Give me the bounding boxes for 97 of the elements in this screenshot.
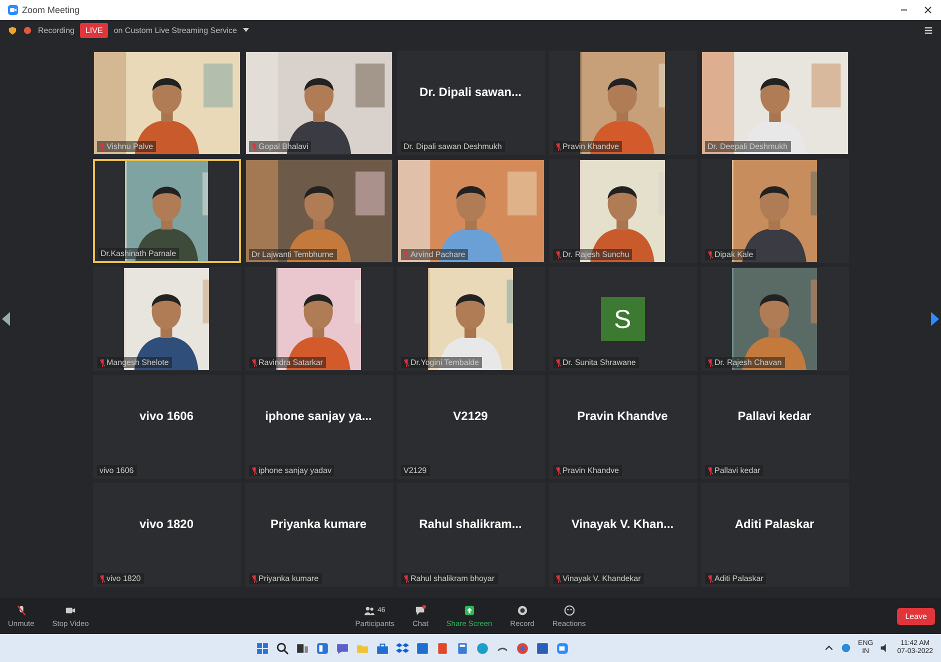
widgets-icon[interactable]: [316, 642, 330, 654]
participants-icon: [364, 604, 376, 616]
video-tile[interactable]: Dr.Kashinath Parnale: [92, 159, 240, 263]
app-icon[interactable]: [416, 642, 430, 654]
video-tile[interactable]: Aditi Palaskar Aditi Palaskar: [700, 483, 848, 587]
next-page-arrow-icon[interactable]: [931, 312, 939, 326]
participant-name: Arvind Pachare: [410, 250, 466, 259]
participant-name: Dr.Kashinath Parnale: [100, 249, 176, 258]
participant-name: Vinayak V. Khandekar: [562, 574, 641, 583]
record-icon: [516, 604, 528, 616]
caret-icon[interactable]: [242, 28, 249, 32]
muted-mic-icon: [16, 604, 27, 616]
office-icon[interactable]: [436, 642, 450, 654]
participant-name: Pravin Khandve: [562, 466, 619, 475]
participant-display-name: vivo 1820: [139, 517, 194, 531]
video-tile[interactable]: Dr. Dipali sawan... Dr. Dipali sawan Deshmukh: [396, 51, 544, 155]
video-tile[interactable]: Rahul shalikram... Rahul shalikram bhoyar: [396, 483, 544, 587]
participant-display-name: Dr. Dipali sawan...: [419, 85, 522, 99]
network-icon[interactable]: [841, 643, 852, 653]
video-tile[interactable]: Pallavi kedar Pallavi kedar: [700, 375, 848, 479]
video-tile[interactable]: Dr Lajwanti Tembhurne: [244, 159, 392, 263]
video-tile[interactable]: Dipak Kale: [700, 159, 848, 263]
participant-display-name: Pallavi kedar: [738, 409, 812, 423]
participant-name: vivo 1820: [106, 574, 141, 583]
leave-button[interactable]: Leave: [897, 608, 935, 624]
video-tile[interactable]: Pravin Khandve: [548, 51, 696, 155]
shield-icon[interactable]: [8, 26, 17, 34]
video-tile[interactable]: V2129 V2129: [396, 375, 544, 479]
participant-name: Ravindra Satarkar: [258, 358, 323, 367]
participant-name: Dr. Rajesh Sunchu: [562, 250, 630, 259]
video-tile[interactable]: vivo 1606 vivo 1606: [92, 375, 240, 479]
recording-label: Recording: [38, 26, 74, 34]
start-icon[interactable]: [256, 642, 270, 654]
previous-page-arrow-icon[interactable]: [2, 312, 10, 326]
video-tile[interactable]: Vinayak V. Khan... Vinayak V. Khandekar: [548, 483, 696, 587]
participant-display-name: vivo 1606: [139, 409, 194, 423]
participant-name: Dr. Rajesh Chavan: [714, 358, 782, 367]
chat-icon[interactable]: [336, 642, 350, 654]
participant-display-name: Pravin Khandve: [577, 409, 668, 423]
participant-name: Mangesh Shelote: [106, 358, 169, 367]
video-tile[interactable]: S Dr. Sunita Shrawane: [548, 267, 696, 371]
participant-name: Aditi Palaskar: [714, 574, 764, 583]
video-tile[interactable]: Dr. Rajesh Sunchu: [548, 159, 696, 263]
participant-display-name: V2129: [453, 409, 488, 423]
gallery-view-icon[interactable]: [924, 26, 933, 34]
chrome-icon[interactable]: [516, 642, 530, 654]
dropbox-icon[interactable]: [396, 642, 410, 654]
participant-name: Dipak Kale: [714, 250, 754, 259]
recording-icon: [23, 26, 32, 34]
video-tile[interactable]: Vishnu Palve: [92, 51, 240, 155]
participant-display-name: Vinayak V. Khan...: [571, 517, 674, 531]
participant-name: Dr. Deepali Deshmukh: [708, 142, 788, 151]
participant-name: Pravin Khandve: [562, 142, 619, 151]
app-icon: [8, 5, 18, 15]
participant-name: Rahul shalikram bhoyar: [410, 574, 495, 583]
video-tile[interactable]: Dr. Deepali Deshmukh: [700, 51, 848, 155]
participant-name: Gopal Bhalavi: [258, 142, 308, 151]
browser-icon[interactable]: [476, 642, 490, 654]
video-tile[interactable]: iphone sanjay ya... iphone sanjay yadav: [244, 375, 392, 479]
participant-name: Dr.Yogini Tembalde: [410, 358, 479, 367]
video-tile[interactable]: Dr.Yogini Tembalde: [396, 267, 544, 371]
store-icon[interactable]: [376, 642, 390, 654]
video-tile[interactable]: Ravindra Satarkar: [244, 267, 392, 371]
video-tile[interactable]: Arvind Pachare: [396, 159, 544, 263]
calculator-icon[interactable]: [456, 642, 470, 654]
participant-name: Vishnu Palve: [106, 142, 154, 151]
avatar: S: [600, 297, 644, 341]
participant-name: V2129: [404, 466, 427, 475]
participant-name: Priyanka kumare: [258, 574, 319, 583]
participant-name: Pallavi kedar: [714, 466, 760, 475]
word-icon[interactable]: [536, 642, 550, 654]
participant-name: Dr Lajwanti Tembhurne: [252, 250, 334, 259]
streaming-label[interactable]: on Custom Live Streaming Service: [114, 26, 237, 34]
participant-display-name: Rahul shalikram...: [419, 517, 522, 531]
close-icon[interactable]: [923, 5, 933, 15]
video-tile[interactable]: Pravin Khandve Pravin Khandve: [548, 375, 696, 479]
video-tile[interactable]: vivo 1820 vivo 1820: [92, 483, 240, 587]
share-screen-icon: [464, 604, 475, 616]
live-badge: LIVE: [80, 22, 108, 38]
search-icon[interactable]: [276, 642, 290, 654]
window-title: Zoom Meeting: [22, 5, 80, 15]
video-tile[interactable]: Priyanka kumare Priyanka kumare: [244, 483, 392, 587]
participant-name: iphone sanjay yadav: [258, 466, 332, 475]
chevron-up-icon[interactable]: [824, 643, 834, 653]
participant-name: Dr. Dipali sawan Deshmukh: [404, 142, 502, 151]
participant-display-name: iphone sanjay ya...: [265, 409, 372, 423]
video-tile[interactable]: Mangesh Shelote: [92, 267, 240, 371]
participant-display-name: Priyanka kumare: [270, 517, 367, 531]
participant-name: vivo 1606: [100, 466, 134, 475]
task-view-icon[interactable]: [296, 642, 310, 654]
smiley-icon: [564, 604, 575, 616]
video-tile[interactable]: Dr. Rajesh Chavan: [700, 267, 848, 371]
video-tile[interactable]: Gopal Bhalavi: [244, 51, 392, 155]
zoom-icon[interactable]: [556, 642, 570, 654]
participant-display-name: Aditi Palaskar: [734, 517, 814, 531]
participant-name: Dr. Sunita Shrawane: [562, 358, 636, 367]
chat-icon: [414, 604, 426, 616]
